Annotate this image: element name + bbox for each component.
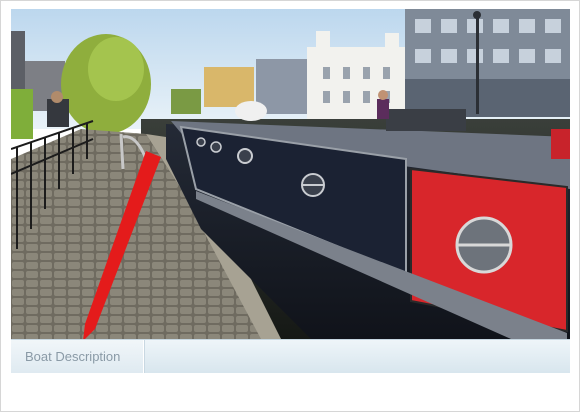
- roof-red-item: [551, 129, 570, 159]
- trees-distant: [171, 89, 201, 114]
- image-frame: Boat Description: [0, 0, 580, 412]
- person-green-jacket: [11, 89, 33, 139]
- building-yellow: [204, 67, 254, 107]
- photo-scene: [11, 9, 570, 339]
- lamp-post: [476, 14, 479, 114]
- roof-box: [386, 109, 466, 131]
- building-white: [307, 47, 405, 119]
- canal-boat-photo: [11, 9, 570, 339]
- caption-tab[interactable]: Boat Description: [11, 340, 144, 373]
- caption-bar: Boat Description: [11, 339, 570, 373]
- caption-label: Boat Description: [25, 349, 121, 364]
- roof-dome: [235, 101, 267, 121]
- person-on-boat: [377, 99, 389, 119]
- people-group: [47, 99, 69, 127]
